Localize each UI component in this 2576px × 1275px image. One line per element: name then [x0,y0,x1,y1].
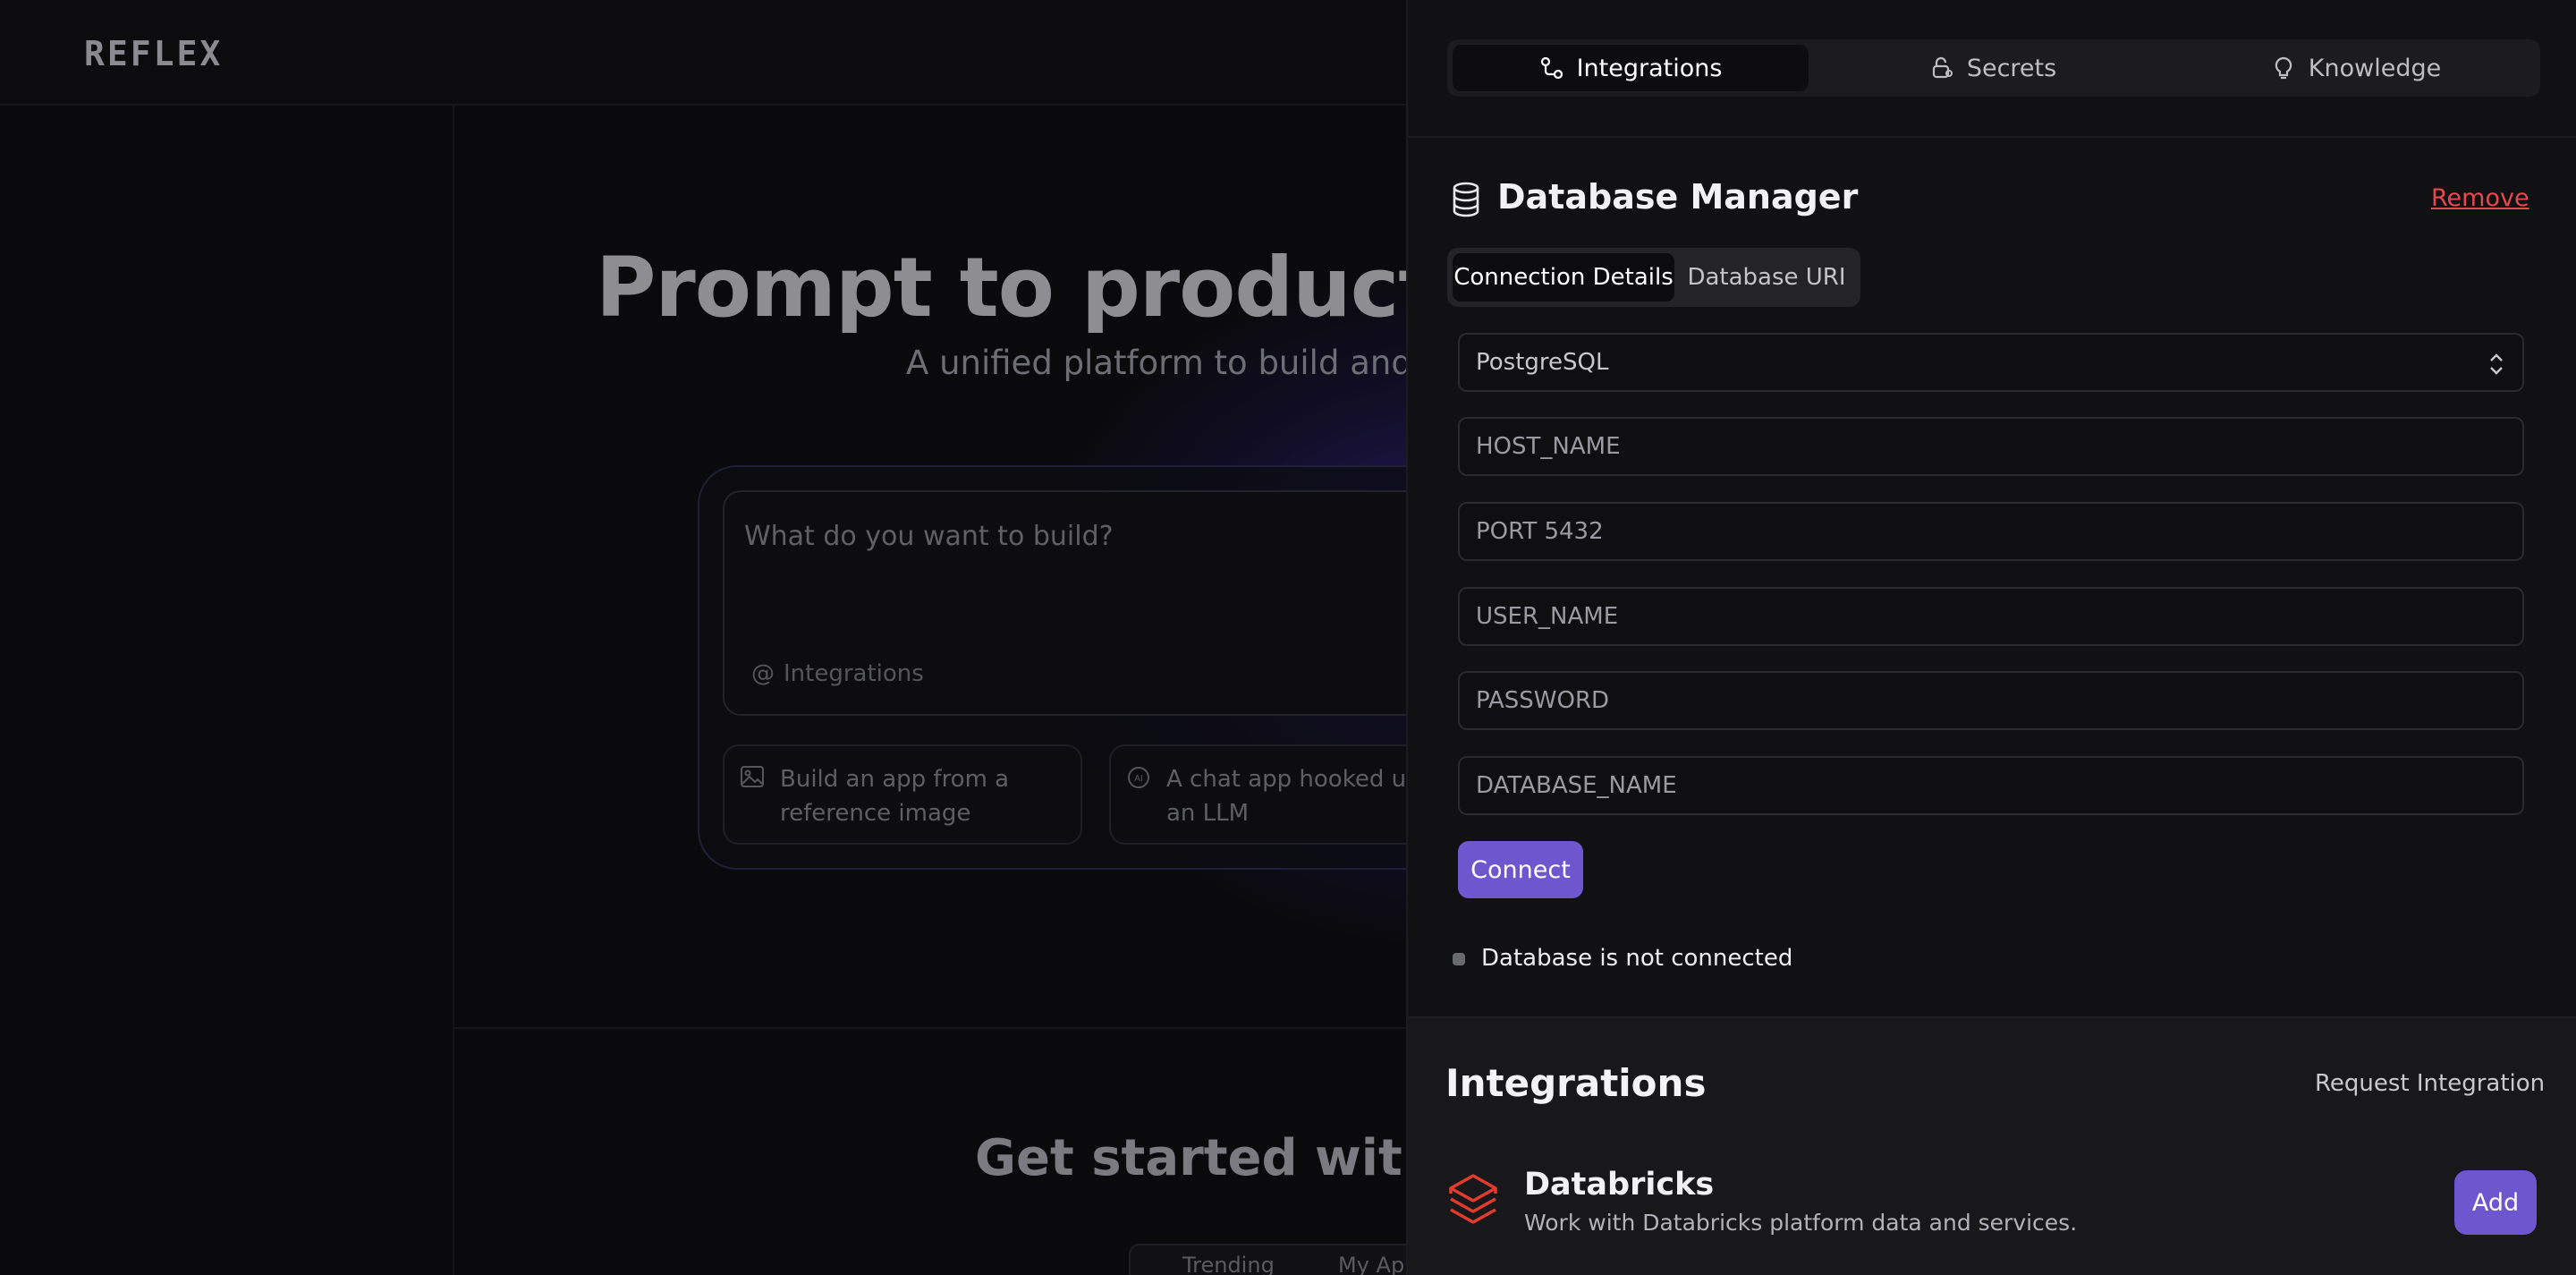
integrations-title: Integrations [1445,1061,1707,1105]
suggestion-card[interactable]: Build an app from a reference image [723,744,1082,845]
connection-status-text: Database is not connected [1481,945,1793,972]
connection-status-dot [1453,953,1465,965]
drawer-divider [1408,136,2576,138]
database-icon [1453,182,1479,217]
database-type-value: PostgreSQL [1476,349,1609,376]
add-databricks-button[interactable]: Add [2454,1170,2537,1235]
password-input[interactable] [1460,673,2522,728]
connection-mode-toggle: Connection Details Database URI [1447,248,1860,307]
svg-text:AI: AI [1134,774,1143,784]
database-name-input[interactable] [1460,758,2522,813]
remove-link[interactable]: Remove [2431,184,2529,212]
at-icon: @ [751,660,775,687]
request-integration-link[interactable]: Request Integration [2315,1070,2545,1097]
prompt-integrations-button[interactable]: @ Integrations [751,660,924,687]
segment-connection-details[interactable]: Connection Details [1453,253,1674,302]
reflex-logo[interactable]: REFLEX [84,34,223,73]
tab-knowledge[interactable]: Knowledge [2177,45,2535,91]
database-manager-title: Database Manager [1497,177,1859,217]
database-name-field[interactable] [1458,756,2524,815]
port-input[interactable] [1460,504,2522,559]
tab-knowledge-label: Knowledge [2308,54,2442,82]
hero-subtitle: A unified platform to build and de [906,344,1464,382]
connect-button[interactable]: Connect [1458,841,1583,898]
password-field[interactable] [1458,671,2524,730]
prompt-integrations-label: Integrations [784,660,924,687]
knowledge-icon [2275,56,2292,80]
chevron-up-down-icon [2490,353,2503,375]
suggestion-text: Build an app from a reference image [780,766,1010,827]
template-tab-trending[interactable]: Trending [1182,1253,1275,1275]
prompt-placeholder: What do you want to build? [744,521,1114,552]
tab-integrations-label: Integrations [1576,54,1723,82]
lock-icon [1932,56,1953,79]
port-field[interactable] [1458,502,2524,561]
database-type-select[interactable]: PostgreSQL [1458,333,2524,392]
segment-database-uri[interactable]: Database URI [1678,253,1855,302]
template-tab-my-apps[interactable]: My Ap [1338,1253,1404,1275]
integrations-drawer: Integrations Secrets Knowledge Database … [1406,0,2576,1275]
ai-icon: AI [1128,767,1149,788]
integrations-section: Integrations Request Integration Databri… [1408,1016,2576,1275]
integration-description: Work with Databricks platform data and s… [1524,1210,2078,1236]
integration-name: Databricks [1524,1167,1715,1203]
databricks-icon [1449,1174,1497,1224]
host-name-field[interactable] [1458,417,2524,476]
drawer-tab-bar: Integrations Secrets Knowledge [1447,39,2540,97]
template-tabs: Trending My Ap [1129,1244,1451,1275]
tab-secrets[interactable]: Secrets [1814,45,2172,91]
integrations-icon [1540,56,1563,80]
tab-secrets-label: Secrets [1966,54,2057,82]
tab-integrations[interactable]: Integrations [1453,45,1809,91]
image-icon [741,766,764,787]
user-name-field[interactable] [1458,587,2524,646]
host-name-input[interactable] [1460,419,2522,474]
user-name-input[interactable] [1460,589,2522,644]
